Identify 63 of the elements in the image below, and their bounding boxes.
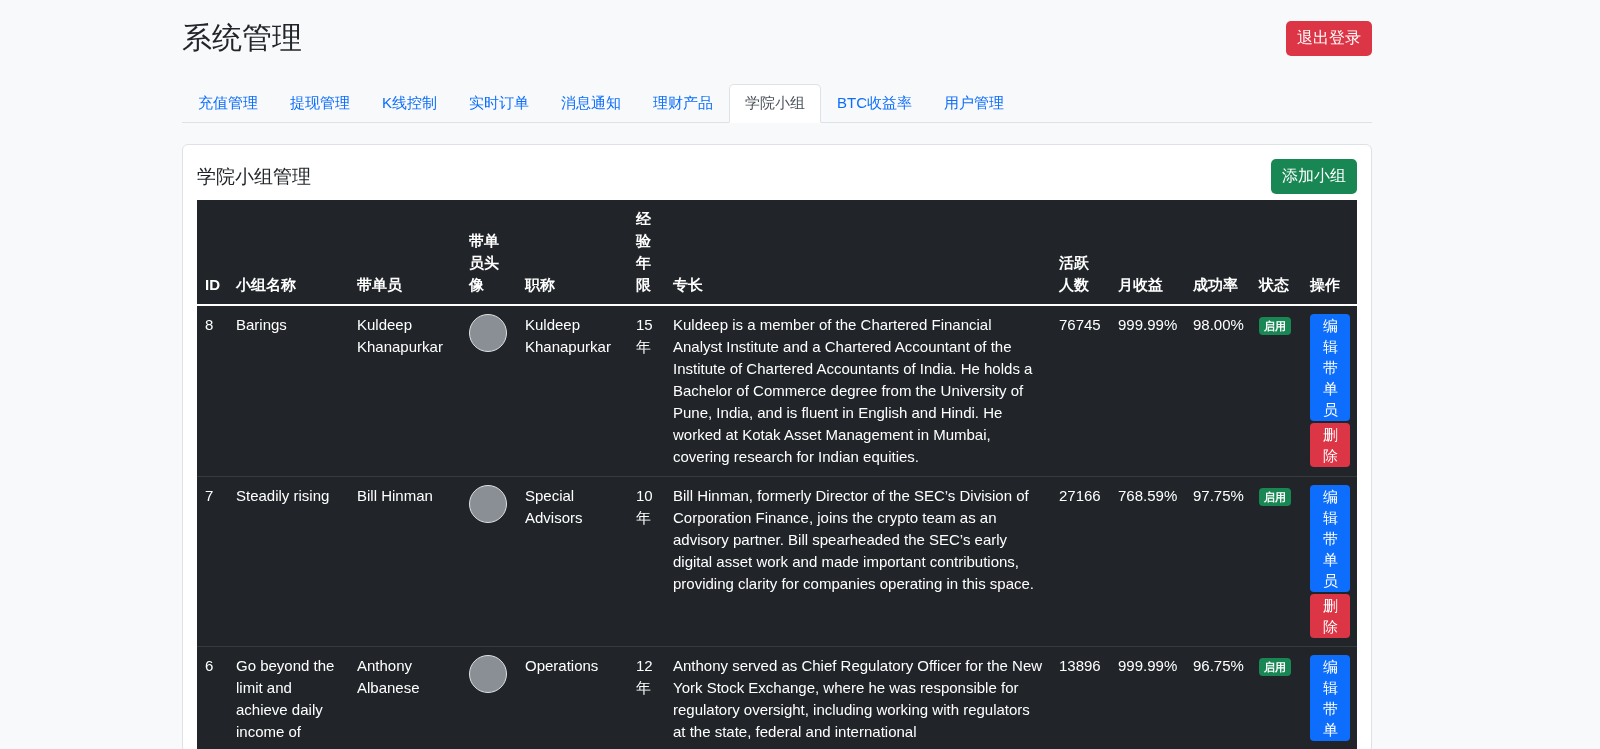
table-cell: Bill Hinman, formerly Director of the SEC’s Division of Corporation Finance, joins the crypto team as an advisory partner. Bill spearheaded the SEC’s early digital asset work and made important contributions, providing clarity for companies operating in this space.	[665, 476, 1051, 647]
column-header: 带单员头像	[461, 200, 517, 305]
column-header: ID	[197, 200, 228, 305]
table-cell: Bill Hinman	[349, 476, 461, 647]
page-title: 系统管理	[182, 20, 302, 56]
column-header: 带单员	[349, 200, 461, 305]
column-header: 操作	[1302, 200, 1357, 305]
delete-button[interactable]: 删除	[1310, 423, 1350, 467]
nav-tab[interactable]: 理财产品	[637, 84, 729, 123]
table-cell: Kuldeep is a member of the Chartered Financial Analyst Institute and a Chartered Accountant of the Institute of Chartered Accountants of India. He holds a Bachelor of Commerce degree from the University of Pune, India, and is fluent in English and Hindi. He worked at Kotak Asset Management in Mumbai, covering research for Indian equities.	[665, 305, 1051, 477]
column-header: 月收益	[1110, 200, 1185, 305]
table-cell: Steadily rising	[228, 476, 349, 647]
column-header: 经验年限	[628, 200, 665, 305]
nav-tab[interactable]: 提现管理	[274, 84, 366, 123]
edit-button[interactable]: 编辑带单员	[1310, 314, 1350, 421]
table-cell: 98.00%	[1185, 305, 1251, 477]
table-cell: 15年	[628, 305, 665, 477]
nav-tab[interactable]: K线控制	[366, 84, 453, 123]
add-group-button[interactable]: 添加小组	[1271, 159, 1357, 194]
column-header: 小组名称	[228, 200, 349, 305]
table-cell: Anthony served as Chief Regulatory Officer for the New York Stock Exchange, where he was responsible for regulatory oversight, including working with regulators at the state, federal and international	[665, 646, 1051, 749]
table-cell: 6	[197, 646, 228, 749]
column-header: 职称	[517, 200, 628, 305]
table-cell: 12年	[628, 646, 665, 749]
status-badge: 启用	[1259, 317, 1291, 335]
avatar-placeholder	[469, 655, 507, 693]
table-cell: Go beyond the limit and achieve daily income of	[228, 646, 349, 749]
table-cell: 7	[197, 476, 228, 647]
table-cell: 8	[197, 305, 228, 477]
column-header: 状态	[1251, 200, 1302, 305]
delete-button[interactable]: 删除	[1310, 594, 1350, 638]
nav-tab[interactable]: 实时订单	[453, 84, 545, 123]
nav-tab[interactable]: BTC收益率	[821, 84, 928, 123]
column-header: 专长	[665, 200, 1051, 305]
avatar-placeholder	[469, 485, 507, 523]
table-cell: 768.59%	[1110, 476, 1185, 647]
table-cell: 999.99%	[1110, 305, 1185, 477]
logout-button[interactable]: 退出登录	[1286, 21, 1372, 56]
table-cell: Operations	[517, 646, 628, 749]
status-badge: 启用	[1259, 658, 1291, 676]
nav-tab[interactable]: 消息通知	[545, 84, 637, 123]
table-cell: 97.75%	[1185, 476, 1251, 647]
edit-button[interactable]: 编辑带单员	[1310, 485, 1350, 592]
table-cell: Kuldeep Khanapurkar	[517, 305, 628, 477]
table-cell: Kuldeep Khanapurkar	[349, 305, 461, 477]
column-header: 活跃人数	[1051, 200, 1110, 305]
table-cell: 27166	[1051, 476, 1110, 647]
table-cell: 13896	[1051, 646, 1110, 749]
table-cell: 76745	[1051, 305, 1110, 477]
table-cell: Special Advisors	[517, 476, 628, 647]
table-cell: 96.75%	[1185, 646, 1251, 749]
status-badge: 启用	[1259, 488, 1291, 506]
avatar-placeholder	[469, 314, 507, 352]
nav-tab[interactable]: 用户管理	[928, 84, 1020, 123]
nav-tab[interactable]: 学院小组	[729, 84, 821, 123]
edit-button[interactable]: 编辑带单	[1310, 655, 1350, 741]
table-cell: Anthony Albanese	[349, 646, 461, 749]
column-header: 成功率	[1185, 200, 1251, 305]
panel-title: 学院小组管理	[197, 164, 311, 189]
table-cell: 10年	[628, 476, 665, 647]
nav-tab[interactable]: 充值管理	[182, 84, 274, 123]
table-cell: Barings	[228, 305, 349, 477]
table-cell: 999.99%	[1110, 646, 1185, 749]
